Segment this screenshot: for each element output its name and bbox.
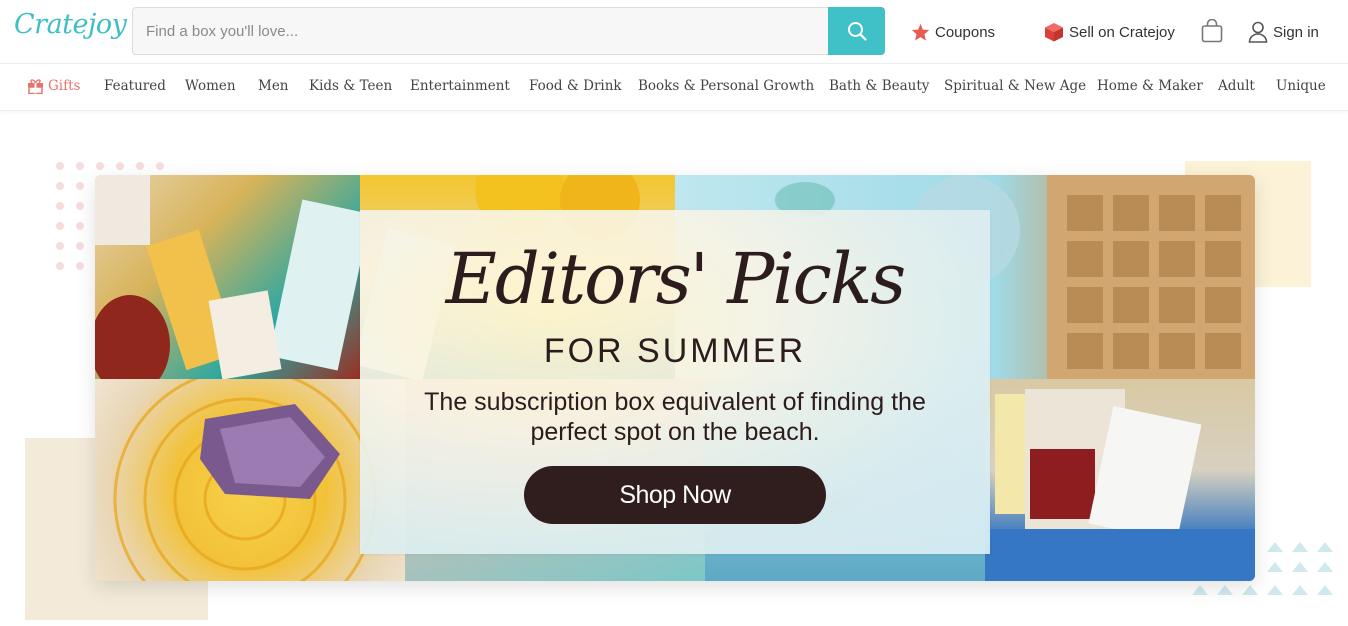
signin-link[interactable]: Sign in bbox=[1248, 20, 1319, 44]
nav-item-home-maker[interactable]: Home & Maker bbox=[1097, 78, 1203, 94]
user-icon bbox=[1248, 21, 1268, 43]
nav-item-women[interactable]: Women bbox=[185, 78, 236, 94]
nav-item-label: Gifts bbox=[48, 78, 81, 94]
coupons-link[interactable]: Coupons bbox=[911, 20, 995, 44]
nav-item-kids-teen[interactable]: Kids & Teen bbox=[309, 78, 392, 94]
nav-item-books-personal-growth[interactable]: Books & Personal Growth bbox=[638, 78, 814, 94]
sell-label: Sell on Cratejoy bbox=[1069, 23, 1175, 41]
sell-link[interactable]: Sell on Cratejoy bbox=[1044, 20, 1175, 44]
coupons-label: Coupons bbox=[935, 23, 996, 41]
nav-item-entertainment[interactable]: Entertainment bbox=[410, 78, 510, 94]
hero-subtitle: FOR SUMMER bbox=[543, 332, 807, 370]
search-input[interactable] bbox=[133, 8, 829, 54]
hero-title: Editors' Picks bbox=[445, 238, 906, 320]
star-icon bbox=[911, 23, 930, 41]
logo[interactable]: Cratejoy bbox=[14, 9, 127, 40]
search-icon bbox=[847, 22, 867, 41]
nav-item-bath-beauty[interactable]: Bath & Beauty bbox=[829, 78, 929, 94]
nav-item-gifts[interactable]: Gifts bbox=[27, 78, 80, 94]
cart-button[interactable] bbox=[1201, 18, 1225, 45]
gift-icon bbox=[28, 79, 43, 94]
nav-item-food-drink[interactable]: Food & Drink bbox=[529, 78, 622, 94]
search-bar bbox=[132, 7, 885, 55]
shop-now-button[interactable]: Shop Now bbox=[524, 466, 826, 524]
search-button[interactable] bbox=[828, 7, 885, 55]
hero-photo bbox=[95, 175, 360, 379]
site-header: Cratejoy Coupons Sell on Cratejoy bbox=[0, 0, 1348, 63]
hero-photo bbox=[95, 379, 405, 581]
nav-item-adult[interactable]: Adult bbox=[1218, 78, 1255, 94]
hero-banner[interactable]: Editors' Picks FOR SUMMER The subscripti… bbox=[95, 175, 1255, 581]
nav-item-spiritual-new-age[interactable]: Spiritual & New Age bbox=[944, 78, 1086, 94]
hero-photo bbox=[985, 379, 1255, 581]
box-icon bbox=[1045, 23, 1063, 42]
signin-label: Sign in bbox=[1273, 23, 1319, 41]
nav-item-men[interactable]: Men bbox=[258, 78, 289, 94]
category-nav: Gifts Featured Women Men Kids & Teen Ent… bbox=[0, 63, 1348, 111]
hero-description: The subscription box equivalent of findi… bbox=[424, 388, 926, 446]
nav-item-unique[interactable]: Unique bbox=[1276, 78, 1326, 94]
hero-overlay-card: Editors' Picks FOR SUMMER The subscripti… bbox=[360, 210, 990, 554]
bag-icon bbox=[1201, 18, 1223, 43]
nav-item-featured[interactable]: Featured bbox=[104, 78, 166, 94]
